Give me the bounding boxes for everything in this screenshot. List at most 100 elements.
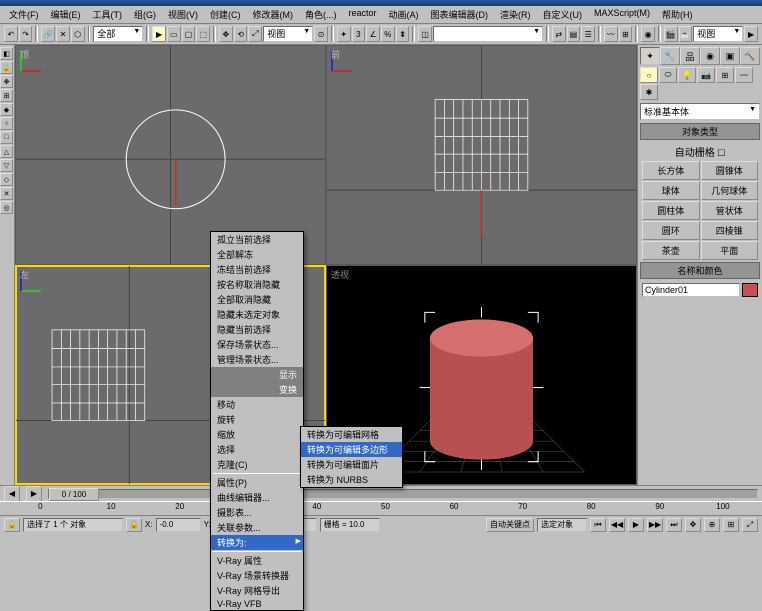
ctx-hide-sel[interactable]: 隐藏当前选择	[211, 322, 303, 337]
select-region-button[interactable]: ▢	[182, 26, 196, 42]
pivot-button[interactable]: ⊙	[314, 26, 328, 42]
viewport-nav1-button[interactable]: ✥	[685, 518, 701, 532]
auto-grid-checkbox[interactable]: 自动栅格 ☐	[642, 144, 758, 159]
rotate-button[interactable]: ⟲	[234, 26, 248, 42]
misc5-button[interactable]: ▽	[0, 159, 13, 172]
ctx-unhide-all[interactable]: 全部取消隐藏	[211, 292, 303, 307]
undo-button[interactable]: ↶	[4, 26, 18, 42]
goto-end-button[interactable]: ⏭	[666, 518, 682, 532]
snap-button[interactable]: 3	[352, 26, 366, 42]
obj-pyramid[interactable]: 四棱锥	[701, 221, 759, 240]
layers-button[interactable]: ☰	[581, 26, 595, 42]
ctx-convert-to[interactable]: 转换为:	[211, 535, 303, 550]
ctx-hide-unsel[interactable]: 隐藏未选定对象	[211, 307, 303, 322]
ctx-vray-props[interactable]: V-Ray 属性	[211, 553, 303, 568]
goto-start-button[interactable]: ⏮	[590, 518, 606, 532]
menu-create[interactable]: 创建(C)	[205, 7, 246, 22]
tab-modify[interactable]: 🔧	[660, 47, 680, 65]
tab-utilities[interactable]: 🔨	[740, 47, 760, 65]
angle-snap-button[interactable]: ∠	[366, 26, 380, 42]
lock-button[interactable]: 🔒	[0, 61, 13, 74]
select-button[interactable]: ▶	[152, 26, 166, 42]
menu-animation[interactable]: 动画(A)	[384, 7, 424, 22]
ctx-move[interactable]: 移动	[211, 397, 303, 412]
link-button[interactable]: 🔗	[41, 26, 55, 42]
ctx-freeze-sel[interactable]: 冻结当前选择	[211, 262, 303, 277]
ctx-vray-vfb[interactable]: V-Ray VFB	[211, 598, 303, 610]
menu-render[interactable]: 渲染(R)	[495, 7, 536, 22]
obj-plane[interactable]: 平面	[701, 241, 759, 260]
obj-sphere[interactable]: 球体	[642, 181, 700, 200]
ctx-to-poly[interactable]: 转换为可编辑多边形	[301, 442, 402, 457]
obj-geosphere[interactable]: 几何球体	[701, 181, 759, 200]
play-button[interactable]: ▶	[628, 518, 644, 532]
named-sel-button[interactable]: ◫	[418, 26, 432, 42]
mirror-button[interactable]: ⇄	[552, 26, 566, 42]
curve-editor-button[interactable]: 〰	[604, 26, 618, 42]
misc6-button[interactable]: ◇	[0, 173, 13, 186]
cat-geometry[interactable]: ○	[640, 67, 658, 83]
key-filter-dropdown[interactable]: 选定对象	[537, 518, 587, 532]
misc8-button[interactable]: ◎	[0, 201, 13, 214]
obj-torus[interactable]: 圆环	[642, 221, 700, 240]
time-slider-track[interactable]: 0 / 100	[48, 489, 758, 499]
menu-group[interactable]: 组(G)	[129, 7, 161, 22]
menu-reactor[interactable]: reactor	[344, 7, 382, 22]
named-sel-dropdown[interactable]	[433, 26, 543, 42]
ctx-unfreeze-all[interactable]: 全部解冻	[211, 247, 303, 262]
next-frame-button[interactable]: ▶▶	[647, 518, 663, 532]
cat-helpers[interactable]: ⊞	[716, 67, 734, 83]
material-button[interactable]: ◉	[641, 26, 655, 42]
viewport-front[interactable]: 前	[327, 46, 636, 264]
align-button[interactable]: ▤	[567, 26, 581, 42]
menu-modifier[interactable]: 修改器(M)	[248, 7, 299, 22]
ctx-to-nurbs[interactable]: 转换为 NURBS	[301, 472, 402, 487]
obj-cylinder[interactable]: 圆柱体	[642, 201, 700, 220]
quick-render-button[interactable]: ☕	[679, 26, 693, 42]
redo-button[interactable]: ↷	[19, 26, 33, 42]
coord-x[interactable]: -0.0	[156, 518, 201, 532]
menu-maxscript[interactable]: MAXScript(M)	[589, 7, 655, 22]
ctx-properties[interactable]: 属性(P)	[211, 475, 303, 490]
window-crossing-button[interactable]: ⬚	[196, 26, 210, 42]
context-menu-main[interactable]: 孤立当前选择 全部解冻 冻结当前选择 按名称取消隐藏 全部取消隐藏 隐藏未选定对…	[210, 231, 304, 611]
ctx-clone[interactable]: 克隆(C)	[211, 457, 303, 472]
bind-button[interactable]: ⬡	[71, 26, 85, 42]
percent-snap-button[interactable]: %	[381, 26, 395, 42]
misc4-button[interactable]: △	[0, 145, 13, 158]
rollout-object-type[interactable]: 对象类型	[640, 123, 760, 140]
obj-teapot[interactable]: 茶壶	[642, 241, 700, 260]
object-name-input[interactable]: Cylinder01	[642, 283, 740, 297]
ctx-vray-mesh[interactable]: V-Ray 网格导出	[211, 583, 303, 598]
render-preset-dropdown[interactable]: 视图	[693, 26, 743, 42]
ctx-curve-editor[interactable]: 曲线编辑器...	[211, 490, 303, 505]
time-slider-thumb[interactable]: 0 / 100	[49, 488, 99, 501]
menu-customize[interactable]: 自定义(U)	[538, 7, 588, 22]
viewport-nav2-button[interactable]: ⊕	[704, 518, 720, 532]
context-submenu-convert[interactable]: 转换为可编辑网格 转换为可编辑多边形 转换为可编辑面片 转换为 NURBS	[300, 426, 403, 488]
menu-graph[interactable]: 图表编辑器(D)	[426, 7, 494, 22]
obj-cone[interactable]: 圆锥体	[701, 161, 759, 180]
object-color-swatch[interactable]	[742, 283, 758, 297]
ctx-select[interactable]: 选择	[211, 442, 303, 457]
snap2-button[interactable]: ⊞	[0, 89, 13, 102]
tab-motion[interactable]: ◉	[700, 47, 720, 65]
cat-cameras[interactable]: 📷	[697, 67, 715, 83]
cat-spacewarps[interactable]: 〰	[735, 67, 753, 83]
autokey-button[interactable]: 自动关键点	[486, 518, 534, 532]
viewport-nav3-button[interactable]: ⊞	[723, 518, 739, 532]
menu-tools[interactable]: 工具(T)	[88, 7, 128, 22]
ctx-manage-state[interactable]: 管理场景状态...	[211, 352, 303, 367]
axis-button[interactable]: ✥	[0, 75, 13, 88]
cat-shapes[interactable]: ⬭	[659, 67, 677, 83]
tab-create[interactable]: ✦	[640, 47, 660, 65]
cat-systems[interactable]: ✱	[640, 84, 658, 100]
select-name-button[interactable]: ▭	[167, 26, 181, 42]
move-button[interactable]: ✥	[219, 26, 233, 42]
misc2-button[interactable]: ○	[0, 117, 13, 130]
misc7-button[interactable]: ✕	[0, 187, 13, 200]
cat-lights[interactable]: 💡	[678, 67, 696, 83]
primitive-type-dropdown[interactable]: 标准基本体	[640, 103, 760, 120]
ctx-scale[interactable]: 缩放	[211, 427, 303, 442]
ctx-rotate[interactable]: 旋转	[211, 412, 303, 427]
